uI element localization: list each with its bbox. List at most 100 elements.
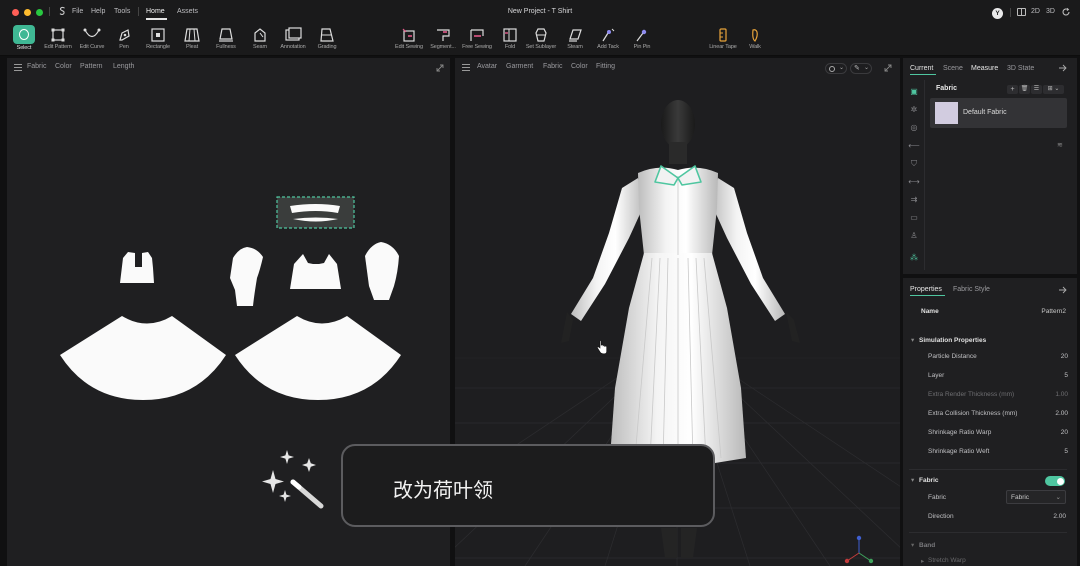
tab-fabric-style[interactable]: Fabric Style [953,286,990,293]
skirt-front-piece [60,316,226,400]
extra-render-thickness-row: Extra Render Thickness (mm) 1.00 [928,391,1068,405]
name-value[interactable]: Pattern2 [1020,308,1066,315]
simulation-properties-header[interactable]: Simulation Properties [919,337,986,344]
segment-sewing-icon [437,29,450,41]
avatar-list-icon[interactable]: ♙ [908,230,920,242]
fabric-select[interactable]: Fabric ⌄ [1006,490,1066,504]
pen-icon [119,29,130,41]
tab-home[interactable]: Home [146,8,165,15]
divider [909,532,1067,533]
grid-view-dropdown[interactable]: ⊞ ⌄ [1043,85,1064,94]
grading-tool[interactable]: Grading [307,24,347,56]
pin-pin-tool[interactable]: Pin Pin [622,24,662,56]
topstitch-list-icon[interactable]: ⟵ [908,140,920,152]
list-view-icon[interactable]: ☰ [1031,85,1042,94]
band-collapse-icon[interactable]: ▾ [911,541,914,549]
button-list-icon[interactable]: ✲ [908,104,920,116]
layers-icon[interactable]: ≋ [1057,141,1065,149]
skirt-back-piece [235,316,401,400]
app-logo-icon [58,6,67,16]
project-title: New Project - T Shirt [507,8,573,15]
divider [138,7,139,16]
fabric-collapse-icon[interactable]: ▾ [911,476,914,484]
tab-current[interactable]: Current [910,65,933,72]
tab-3d-state[interactable]: 3D State [1007,65,1034,72]
binding-list-icon[interactable]: ⇉ [908,194,920,206]
shrinkage-weft-row[interactable]: Shrinkage Ratio Weft 5 [928,448,1068,462]
collapse-arrow-icon[interactable] [1058,64,1067,72]
chevron-down-icon: ⌄ [1055,494,1061,501]
name-label: Name [921,308,939,315]
user-avatar[interactable]: Y [992,8,1003,19]
fabric-list-item[interactable]: Default Fabric [930,98,1067,128]
fabric-swatch [935,102,958,124]
minimize-window-button[interactable] [24,9,31,16]
sim-collapse-icon[interactable]: ▾ [911,336,914,344]
menu-help[interactable]: Help [91,8,105,15]
close-window-button[interactable] [12,9,19,16]
axis-gizmo-icon [842,533,876,566]
magic-wand-icon [259,448,327,510]
current-tab-underline [910,74,936,75]
layer-value[interactable]: 5 [1064,372,1068,379]
refresh-icon[interactable] [1061,7,1071,17]
tree-list-icon[interactable]: ⁂ [908,252,920,264]
band-header[interactable]: Band [919,542,935,549]
steam-icon [569,29,582,42]
properties-collapse-icon[interactable] [1058,286,1067,294]
walk-tool[interactable]: Walk [735,24,775,56]
menu-tools[interactable]: Tools [114,8,130,15]
pleat-icon [184,28,200,42]
shrinkage-warp-label: Shrinkage Ratio Warp [928,429,992,436]
shrinkage-warp-value[interactable]: 20 [1061,429,1068,436]
fabric-toggle[interactable] [1045,476,1065,486]
view-2d-button[interactable]: 2D [1031,8,1040,15]
fold-icon [503,28,517,42]
add-fabric-icon[interactable]: + [1007,85,1018,94]
particle-distance-label: Particle Distance [928,353,977,360]
fabric-list-icon[interactable]: ▣ [908,86,920,98]
view-3d-button[interactable]: 3D [1046,8,1055,15]
graphic-list-icon[interactable]: ▭ [908,212,920,224]
ai-prompt-text[interactable]: 改为荷叶领 [393,474,493,503]
active-tab-underline [146,18,167,20]
layout-icon[interactable] [1017,8,1026,16]
rectangle-icon [151,28,165,42]
pin-icon [636,29,647,42]
extra-render-thickness-label: Extra Render Thickness (mm) [928,391,1015,398]
trim-list-icon[interactable]: ⛉ [908,158,920,170]
edit-pattern-icon [51,28,65,42]
menu-file[interactable]: File [72,8,83,15]
shrinkage-weft-value[interactable]: 5 [1064,448,1068,455]
buttonhole-list-icon[interactable]: ◎ [908,122,920,134]
walk-icon [752,29,758,42]
bodice-back-piece [290,254,341,289]
delete-fabric-icon[interactable]: 🗑 [1019,85,1030,94]
zipper-list-icon[interactable]: ⟷ [908,176,920,188]
extra-collision-thickness-label: Extra Collision Thickness (mm) [928,410,1018,417]
layer-label: Layer [928,372,945,379]
grading-icon [320,28,334,42]
divider [909,469,1067,470]
stretch-warp-label: Stretch Warp [928,557,966,564]
walk-label: Walk [749,44,761,50]
divider [924,80,925,270]
layer-row[interactable]: Layer 5 [928,372,1068,386]
ai-prompt-box[interactable]: 改为荷叶领 [341,444,715,527]
tab-properties[interactable]: Properties [910,286,942,293]
tab-assets[interactable]: Assets [177,8,198,15]
tab-measure[interactable]: Measure [971,65,998,72]
direction-value[interactable]: 2.00 [1030,513,1066,520]
extra-collision-thickness-value[interactable]: 2.00 [1055,410,1068,417]
maximize-window-button[interactable] [36,9,43,16]
direction-label: Direction [928,513,954,520]
select-icon [13,25,35,44]
particle-distance-value[interactable]: 20 [1061,353,1068,360]
shrinkage-weft-label: Shrinkage Ratio Weft [928,448,990,455]
tab-scene[interactable]: Scene [943,65,963,72]
fabric-header[interactable]: Fabric [919,477,939,484]
particle-distance-row[interactable]: Particle Distance 20 [928,353,1068,367]
shrinkage-warp-row[interactable]: Shrinkage Ratio Warp 20 [928,429,1068,443]
extra-collision-thickness-row[interactable]: Extra Collision Thickness (mm) 2.00 [928,410,1068,424]
title-bar: File Help Tools Home Assets New Project … [0,0,1080,22]
